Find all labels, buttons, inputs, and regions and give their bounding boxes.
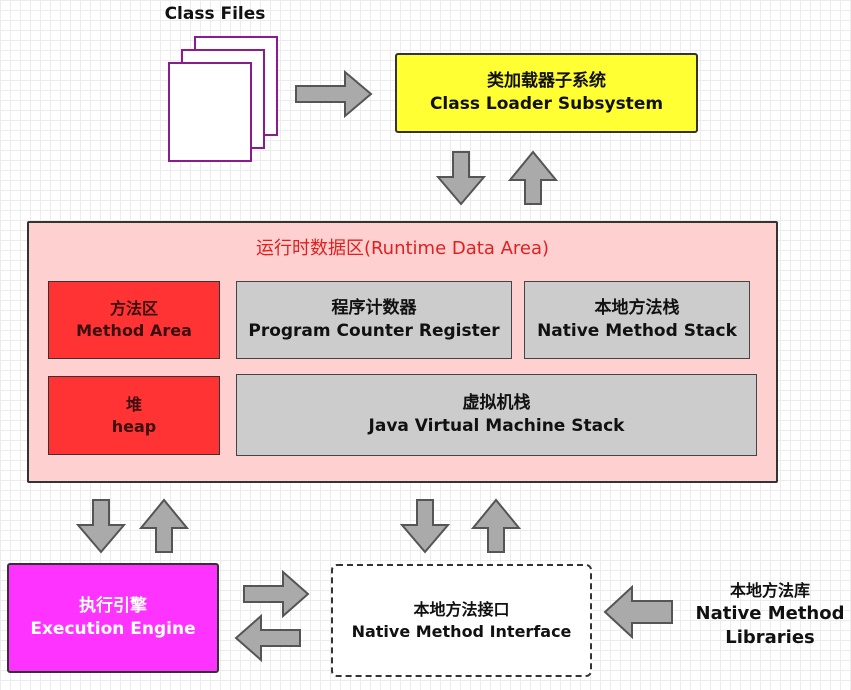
arrow-down-icon <box>399 499 451 554</box>
arrow-down-icon <box>435 151 487 206</box>
arrow-left-icon <box>234 613 301 663</box>
flow-arrows <box>75 69 673 663</box>
arrow-right-icon <box>295 69 373 119</box>
arrow-up-icon <box>138 498 190 553</box>
arrow-right-icon <box>243 569 310 619</box>
arrow-left-icon <box>603 584 673 640</box>
arrow-up-icon <box>470 498 522 553</box>
arrow-down-icon <box>75 499 127 554</box>
arrow-up-icon <box>507 150 559 205</box>
